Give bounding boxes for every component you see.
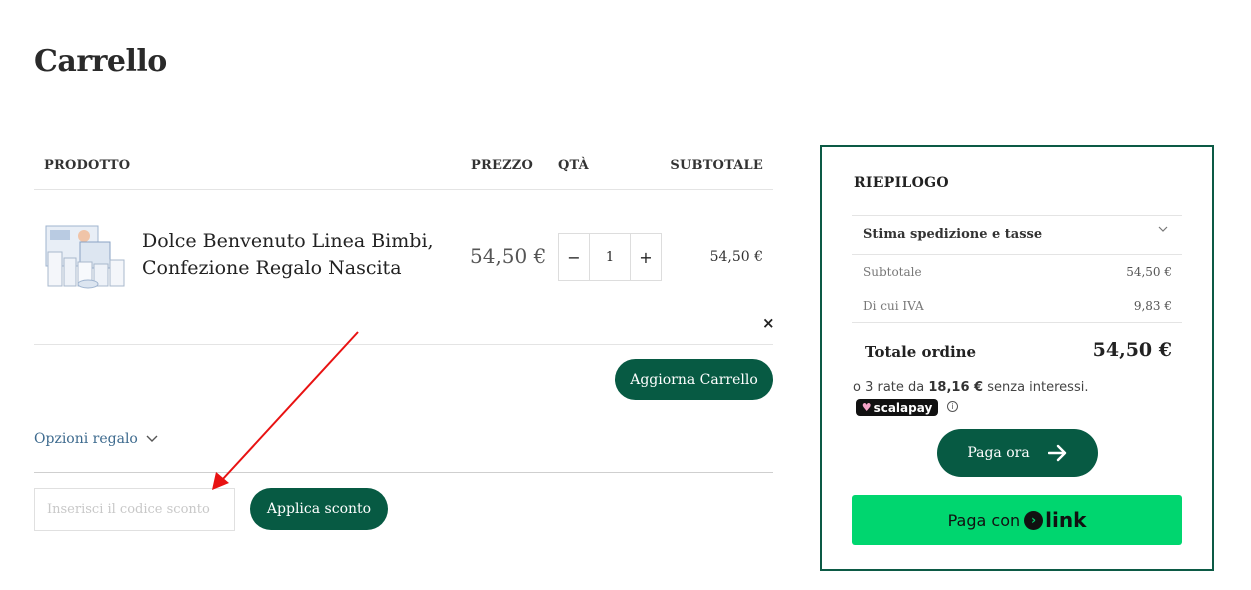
coupon-code-input[interactable] [34,488,235,531]
product-thumbnail[interactable] [44,222,128,290]
installments-text: o 3 rate da 18,16 € senza interessi. [853,380,1088,395]
link-chevron-icon: › [1024,510,1044,530]
summary-divider [852,215,1182,216]
summary-divider [852,254,1182,255]
vat-label: Di cui IVA [863,299,924,313]
subtotal-label: Subtotale [863,265,922,279]
qty-decrease-button[interactable]: − [559,234,589,280]
column-header-price: PREZZO [471,158,533,173]
product-name-line1: Dolce Benvenuto Linea Bimbi, [142,230,434,252]
coupon-divider [34,472,773,473]
vat-value: 9,83 € [1133,299,1172,313]
header-divider [34,189,773,190]
order-summary-panel: RIEPILOGO Stima spedizione e tasse Subto… [820,145,1214,571]
summary-title: RIEPILOGO [854,175,949,191]
qty-input[interactable]: 1 [589,234,631,280]
order-total-label: Totale ordine [865,343,977,361]
apply-coupon-button[interactable]: Applica sconto [250,488,388,530]
product-price: 54,50 € [470,244,547,268]
installments-prefix: o 3 rate da [853,380,925,395]
link-brand-text: link [1045,508,1087,532]
column-header-subtotal: SUBTOTALE [670,158,763,173]
update-cart-button[interactable]: Aggiorna Carrello [615,359,773,400]
info-icon[interactable]: i [947,401,958,412]
pay-now-label: Paga ora [967,445,1030,461]
link-logo: › link [1024,508,1086,532]
pay-now-button[interactable]: Paga ora [937,429,1098,477]
gift-options-toggle[interactable]: Opzioni regalo [34,431,158,447]
column-header-qty: QTÀ [558,158,589,173]
gift-options-label: Opzioni regalo [34,431,138,447]
arrow-right-icon [1047,444,1066,462]
page-title: Carrello [34,44,167,79]
subtotal-value: 54,50 € [1126,265,1172,279]
shipping-estimate-toggle[interactable]: Stima spedizione e tasse [863,227,1042,242]
scalapay-badge: ♥ scalapay [856,399,938,416]
product-subtotal: 54,50 € [709,249,763,265]
order-total-value: 54,50 € [1092,339,1172,361]
summary-divider [852,322,1182,323]
scalapay-logo: scalapay [873,400,933,415]
pay-with-label: Paga con [947,510,1021,530]
pay-with-link-button[interactable]: Paga con › link [852,495,1182,545]
installments-amount: 18,16 € [928,380,984,395]
heart-icon: ♥ [861,401,872,414]
qty-increase-button[interactable]: + [631,234,661,280]
product-name-line2: Confezione Regalo Nascita [142,257,402,279]
quantity-stepper: − 1 + [558,233,662,281]
chevron-down-icon[interactable] [1158,225,1168,233]
chevron-down-icon [146,435,158,442]
item-divider [34,344,773,345]
column-header-product: PRODOTTO [44,158,131,173]
product-name[interactable]: Dolce Benvenuto Linea Bimbi, Confezione … [142,228,442,282]
remove-item-icon[interactable]: × [762,314,775,332]
installments-suffix: senza interessi. [987,380,1089,395]
